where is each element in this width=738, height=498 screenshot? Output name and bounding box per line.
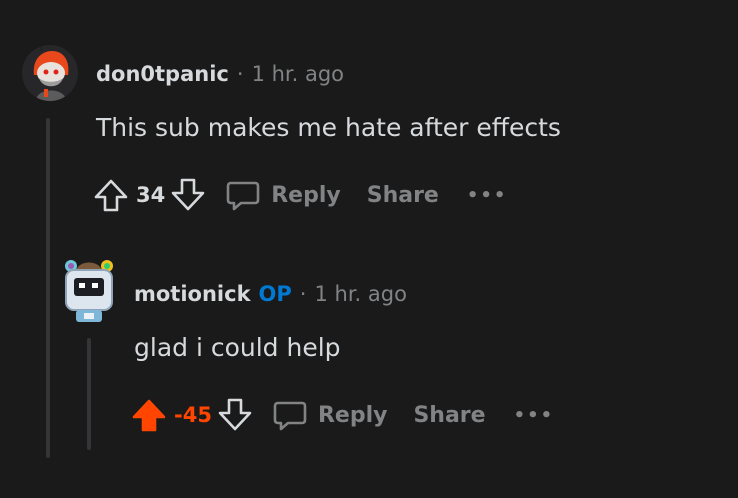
comment-bubble-icon — [226, 181, 260, 211]
snoo-avatar-icon — [22, 45, 78, 101]
meta-separator: · — [299, 282, 307, 306]
meta-separator: · — [236, 62, 244, 86]
comment-timestamp[interactable]: 1 hr. ago — [314, 282, 406, 306]
comment-author[interactable]: motionick — [134, 282, 251, 306]
downvote-icon[interactable] — [216, 396, 254, 434]
reply-label: Reply — [317, 402, 388, 428]
reply-button[interactable]: Reply — [225, 177, 341, 213]
share-button[interactable]: Share — [413, 403, 485, 428]
comment-thread: don0tpanic · 1 hr. ago This sub makes me… — [0, 0, 738, 498]
comment-meta: don0tpanic · 1 hr. ago — [96, 62, 344, 86]
robot-avatar-icon — [65, 260, 113, 322]
comment-meta: motionick OP · 1 hr. ago — [134, 282, 407, 306]
downvote-icon[interactable] — [169, 176, 207, 214]
more-options-button[interactable]: ••• — [467, 185, 508, 206]
comment-author[interactable]: don0tpanic — [96, 62, 229, 86]
comment-bubble-icon — [273, 401, 307, 431]
reply-button[interactable]: Reply — [272, 397, 388, 433]
upvote-icon[interactable] — [130, 396, 168, 434]
thread-collapse-line[interactable] — [87, 338, 91, 450]
upvote-icon[interactable] — [92, 176, 130, 214]
share-button[interactable]: Share — [367, 183, 439, 208]
op-badge: OP — [258, 282, 292, 306]
comment-actions: 34 Reply Share ••• — [92, 173, 507, 217]
more-options-button[interactable]: ••• — [514, 405, 555, 426]
reply-label: Reply — [271, 182, 341, 208]
thread-collapse-line[interactable] — [46, 118, 50, 458]
comment-body: This sub makes me hate after effects — [96, 113, 561, 142]
user-avatar[interactable] — [62, 258, 116, 322]
vote-score: 34 — [136, 183, 166, 207]
comment-body: glad i could help — [134, 333, 341, 362]
user-avatar[interactable] — [22, 45, 78, 101]
comment-timestamp[interactable]: 1 hr. ago — [252, 62, 344, 86]
vote-score: -45 — [174, 403, 212, 427]
comment-actions: -45 Reply Share ••• — [130, 393, 554, 437]
